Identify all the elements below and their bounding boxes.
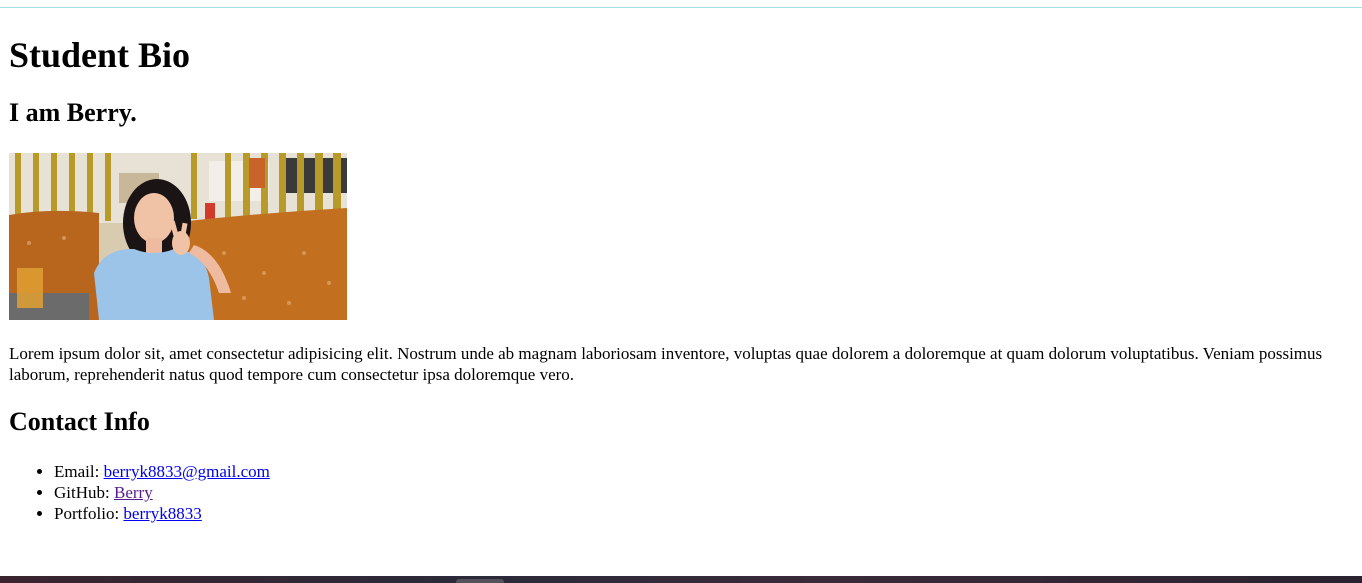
portfolio-label: Portfolio: bbox=[54, 504, 124, 523]
profile-photo bbox=[9, 153, 347, 320]
email-label: Email: bbox=[54, 462, 104, 481]
email-link[interactable]: berryk8833@gmail.com bbox=[104, 462, 270, 481]
contact-heading: Contact Info bbox=[9, 407, 150, 436]
contact-item-email: Email: berryk8833@gmail.com bbox=[54, 461, 270, 482]
page-title: Student Bio bbox=[9, 35, 191, 75]
contact-list: Email: berryk8833@gmail.com GitHub: Berr… bbox=[9, 461, 270, 524]
portfolio-link[interactable]: berryk8833 bbox=[123, 504, 201, 523]
intro-heading: I am Berry. bbox=[9, 98, 137, 127]
taskbar-strip bbox=[0, 576, 1362, 583]
github-label: GitHub: bbox=[54, 483, 114, 502]
top-border bbox=[0, 0, 1362, 8]
bio-paragraph: Lorem ipsum dolor sit, amet consectetur … bbox=[9, 344, 1323, 384]
contact-item-portfolio: Portfolio: berryk8833 bbox=[54, 503, 270, 524]
taskbar-handle bbox=[456, 579, 504, 583]
contact-item-github: GitHub: Berry bbox=[54, 482, 270, 503]
github-link[interactable]: Berry bbox=[114, 483, 153, 502]
